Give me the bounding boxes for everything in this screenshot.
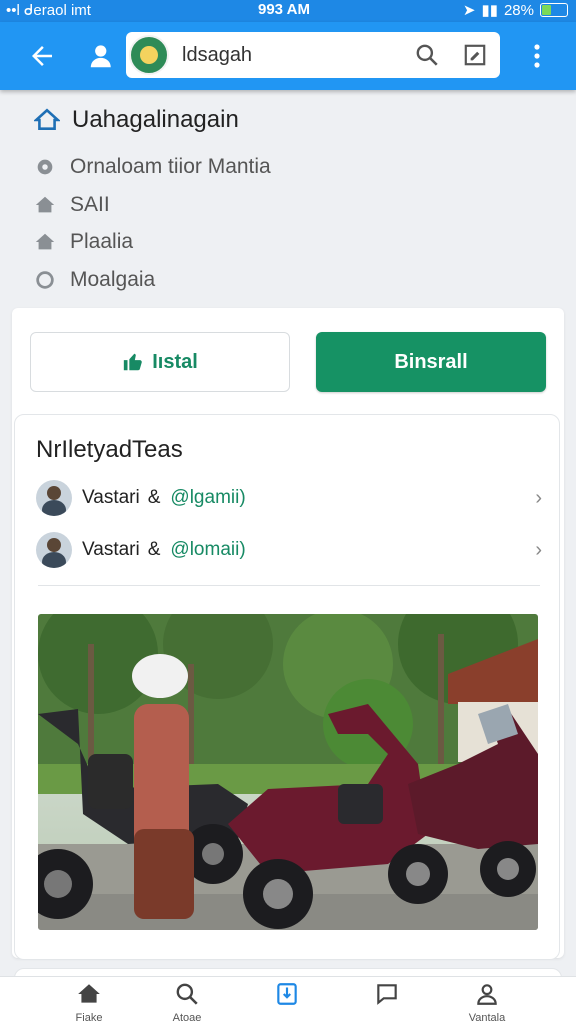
bookmark-icon xyxy=(277,983,297,1005)
nav-label: Vantala xyxy=(468,1012,506,1024)
home-icon xyxy=(78,984,100,1003)
person-star-icon xyxy=(477,984,497,1005)
clock: 993 AM xyxy=(258,1,310,18)
status-bar: ••l ᑯeraol imt 993 AM ➤ ▮▮ 28% xyxy=(0,0,576,22)
photo-scene xyxy=(38,614,538,930)
avatar xyxy=(36,532,72,568)
install-button[interactable]: Iıstal xyxy=(30,332,290,392)
more-menu-button[interactable] xyxy=(522,36,552,76)
contact-amp: & xyxy=(147,487,161,508)
battery-icon xyxy=(540,3,568,17)
info-row-text: Ornaloam tiior Mantia xyxy=(70,155,271,178)
install-button-label: Iıstal xyxy=(152,350,198,373)
circle-icon xyxy=(36,271,54,289)
edit-square-icon[interactable] xyxy=(462,42,488,73)
chevron-right-icon: › xyxy=(535,538,542,561)
nav-item-chat[interactable] xyxy=(342,981,432,1025)
back-button[interactable] xyxy=(22,36,62,76)
more-vert-icon xyxy=(534,44,540,68)
thumbs-up-icon xyxy=(124,353,142,371)
nav-item-profile[interactable]: Vantala xyxy=(442,981,532,1025)
chevron-right-icon: › xyxy=(535,486,542,509)
contact-row[interactable]: Vastari & @lomaii) › xyxy=(36,530,546,570)
contact-name: Vastari xyxy=(82,487,140,508)
status-icons: ➤ ▮▮ 28% xyxy=(463,1,568,19)
nav-item-bookmark[interactable] xyxy=(242,981,332,1025)
search-bar[interactable]: ldsagah xyxy=(126,32,500,78)
contact-amp: & xyxy=(147,539,161,560)
info-row-area: Plaalia xyxy=(34,227,133,257)
location-icon: ➤ xyxy=(462,2,476,19)
home-icon xyxy=(35,196,55,213)
nav-item-home[interactable]: Fiake xyxy=(44,981,134,1025)
profile-icon xyxy=(90,45,111,68)
battery-percent: 28% xyxy=(503,1,534,19)
profile-button[interactable] xyxy=(84,36,120,76)
app-logo xyxy=(129,35,169,75)
app-bar: ldsagah xyxy=(0,22,576,90)
primary-action-button[interactable]: Binsrall xyxy=(316,332,546,392)
home-outline-icon xyxy=(34,108,60,130)
info-row-text: SAII xyxy=(70,193,110,216)
info-row-category: Moalgaia xyxy=(34,265,155,295)
back-arrow-icon xyxy=(32,46,52,66)
search-icon xyxy=(176,983,198,1005)
contact-handle[interactable]: @lgamii) xyxy=(170,487,245,509)
location-pin-icon xyxy=(37,159,53,175)
info-row-type: SAII xyxy=(34,190,110,220)
avatar xyxy=(36,480,72,516)
place-title-row: Uahagalinagain xyxy=(34,100,239,140)
nav-label: Fiake xyxy=(75,1012,103,1024)
post-photo[interactable] xyxy=(38,614,538,930)
section-title: NrIletyadTeas xyxy=(36,436,183,463)
contact-name: Vastari xyxy=(82,539,140,560)
primary-action-label: Binsrall xyxy=(394,350,468,373)
signal-icon: ▮▮ xyxy=(481,2,498,19)
divider xyxy=(38,585,540,586)
contact-handle[interactable]: @lomaii) xyxy=(170,539,245,561)
nav-label: Atoae xyxy=(172,1012,202,1024)
contact-row[interactable]: Vastari & @lgamii) › xyxy=(36,478,546,518)
bottom-navigation: Fiake Atoae Vantala xyxy=(0,976,576,1025)
search-icon[interactable] xyxy=(414,42,440,73)
place-title: Uahagalinagain xyxy=(72,106,239,133)
home-icon xyxy=(35,233,55,250)
search-input[interactable]: ldsagah xyxy=(182,44,252,67)
info-row-text: Plaalia xyxy=(70,230,134,253)
place-header: Uahagalinagain xyxy=(34,100,239,140)
carrier-text: ••l ᑯeraol imt xyxy=(6,2,91,19)
info-row-text: Moalgaia xyxy=(70,268,156,291)
nav-item-search[interactable]: Atoae xyxy=(142,981,232,1025)
info-row-address: Ornaloam tiior Mantia xyxy=(34,152,271,182)
chat-icon xyxy=(377,984,397,1005)
